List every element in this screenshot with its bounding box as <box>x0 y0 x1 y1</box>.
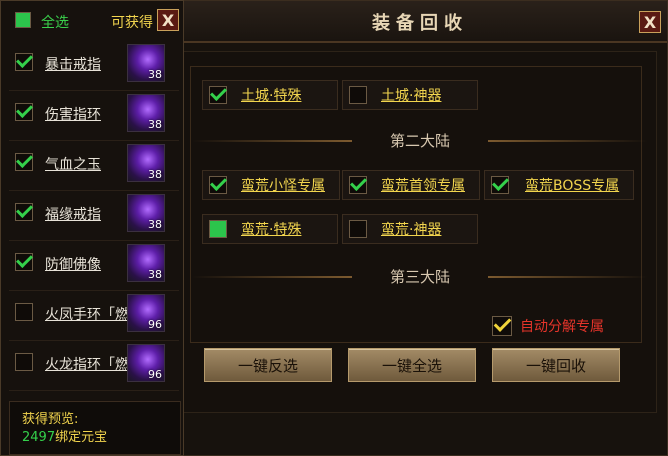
item-name: 伤害指环 <box>45 107 101 123</box>
divider <box>488 140 648 142</box>
option-manhuang-artifact[interactable]: 蛮荒·神器 <box>342 214 478 244</box>
item-count: 38 <box>148 118 162 131</box>
item-name: 火龙指环「燃 <box>45 357 129 373</box>
checkbox[interactable] <box>349 220 367 238</box>
list-item[interactable]: 气血之玉 38 <box>9 141 179 191</box>
item-count: 38 <box>148 168 162 181</box>
divider <box>192 276 352 278</box>
window-titlebar: 装备回收 <box>173 1 667 43</box>
option-label: 蛮荒小怪专属 <box>241 178 325 194</box>
list-item[interactable]: 火凤手环「燃 96 <box>9 291 179 341</box>
item-count: 38 <box>148 218 162 231</box>
panel-close-button[interactable]: X <box>157 9 179 31</box>
section-title: 第二大陆 <box>389 132 450 150</box>
item-count: 38 <box>148 68 162 81</box>
divider <box>192 140 352 142</box>
auto-decompose-label: 自动分解专属 <box>520 319 604 335</box>
list-item[interactable]: 防御佛像 38 <box>9 241 179 291</box>
checkbox[interactable] <box>15 103 33 121</box>
option-manhuang-leader[interactable]: 蛮荒首领专属 <box>342 170 480 200</box>
select-all-label: 全选 <box>41 15 69 31</box>
preview-amount: 2497 <box>22 430 56 445</box>
item-count: 38 <box>148 268 162 281</box>
section-continent-2: 第二大陆 <box>172 130 668 151</box>
checkbox[interactable] <box>15 203 33 221</box>
checkbox[interactable] <box>209 86 227 104</box>
list-item[interactable]: 伤害指环 38 <box>9 91 179 141</box>
option-tucheng-special[interactable]: 土城·特殊 <box>202 80 338 110</box>
checkbox[interactable] <box>209 176 227 194</box>
auto-decompose-toggle[interactable]: 自动分解专属 <box>492 316 604 336</box>
checkbox[interactable] <box>15 153 33 171</box>
option-manhuang-minion[interactable]: 蛮荒小怪专属 <box>202 170 340 200</box>
jade-icon: 38 <box>127 144 165 182</box>
option-manhuang-boss[interactable]: 蛮荒BOSS专属 <box>484 170 634 200</box>
checkbox[interactable] <box>491 176 509 194</box>
list-item[interactable]: 福缘戒指 38 <box>9 191 179 241</box>
reward-preview: 获得预览: 2497绑定元宝 <box>9 401 181 455</box>
ring-icon: 38 <box>127 94 165 132</box>
item-count: 96 <box>148 368 162 381</box>
ring-icon: 38 <box>127 194 165 232</box>
item-name: 火凤手环「燃 <box>45 307 129 323</box>
option-manhuang-special[interactable]: 蛮荒·特殊 <box>202 214 338 244</box>
option-label: 蛮荒·特殊 <box>241 222 302 238</box>
list-item[interactable]: 暴击戒指 38 <box>9 41 179 91</box>
checkbox[interactable] <box>349 86 367 104</box>
item-name: 福缘戒指 <box>45 207 101 223</box>
option-label: 土城·神器 <box>381 88 442 104</box>
list-item[interactable]: 火龙指环「燃 96 <box>9 341 179 391</box>
option-label: 蛮荒·神器 <box>381 222 442 238</box>
preview-unit: 绑定元宝 <box>55 430 108 445</box>
checkbox[interactable] <box>15 253 33 271</box>
checkbox[interactable] <box>209 220 227 238</box>
divider <box>488 276 648 278</box>
close-button[interactable]: X <box>639 11 661 33</box>
checkbox[interactable] <box>15 303 33 321</box>
item-name: 暴击戒指 <box>45 57 101 73</box>
ring-icon: 38 <box>127 44 165 82</box>
item-name: 气血之玉 <box>45 157 101 173</box>
option-tucheng-artifact[interactable]: 土城·神器 <box>342 80 478 110</box>
select-all-checkbox[interactable] <box>15 12 31 28</box>
checkbox[interactable] <box>15 353 33 371</box>
option-label: 蛮荒BOSS专属 <box>525 178 620 194</box>
section-continent-3: 第三大陆 <box>172 266 668 287</box>
option-label: 土城·特殊 <box>241 88 302 104</box>
recycle-all-button[interactable]: 一键回收 <box>492 348 620 382</box>
checkbox[interactable] <box>349 176 367 194</box>
section-title: 第三大陆 <box>389 268 450 286</box>
preview-label: 获得预览: <box>22 412 79 427</box>
item-name: 防御佛像 <box>45 257 101 273</box>
item-list-panel: 全选 可获得 X 暴击戒指 38 伤害指环 38 气血之玉 38 福缘戒指 38… <box>0 0 184 456</box>
select-all-button[interactable]: 一键全选 <box>348 348 476 382</box>
invert-selection-button[interactable]: 一键反选 <box>204 348 332 382</box>
preview-value: 2497绑定元宝 <box>22 426 107 445</box>
window-title: 装备回收 <box>372 13 468 34</box>
ring-icon: 96 <box>127 344 165 382</box>
bracelet-icon: 96 <box>127 294 165 332</box>
option-label: 蛮荒首领专属 <box>381 178 465 194</box>
statue-icon: 38 <box>127 244 165 282</box>
checkbox[interactable] <box>15 53 33 71</box>
checkbox[interactable] <box>492 316 512 336</box>
item-list: 暴击戒指 38 伤害指环 38 气血之玉 38 福缘戒指 38 防御佛像 38 … <box>9 41 179 391</box>
obtainable-label: 可获得 <box>111 15 153 31</box>
item-count: 96 <box>148 318 162 331</box>
